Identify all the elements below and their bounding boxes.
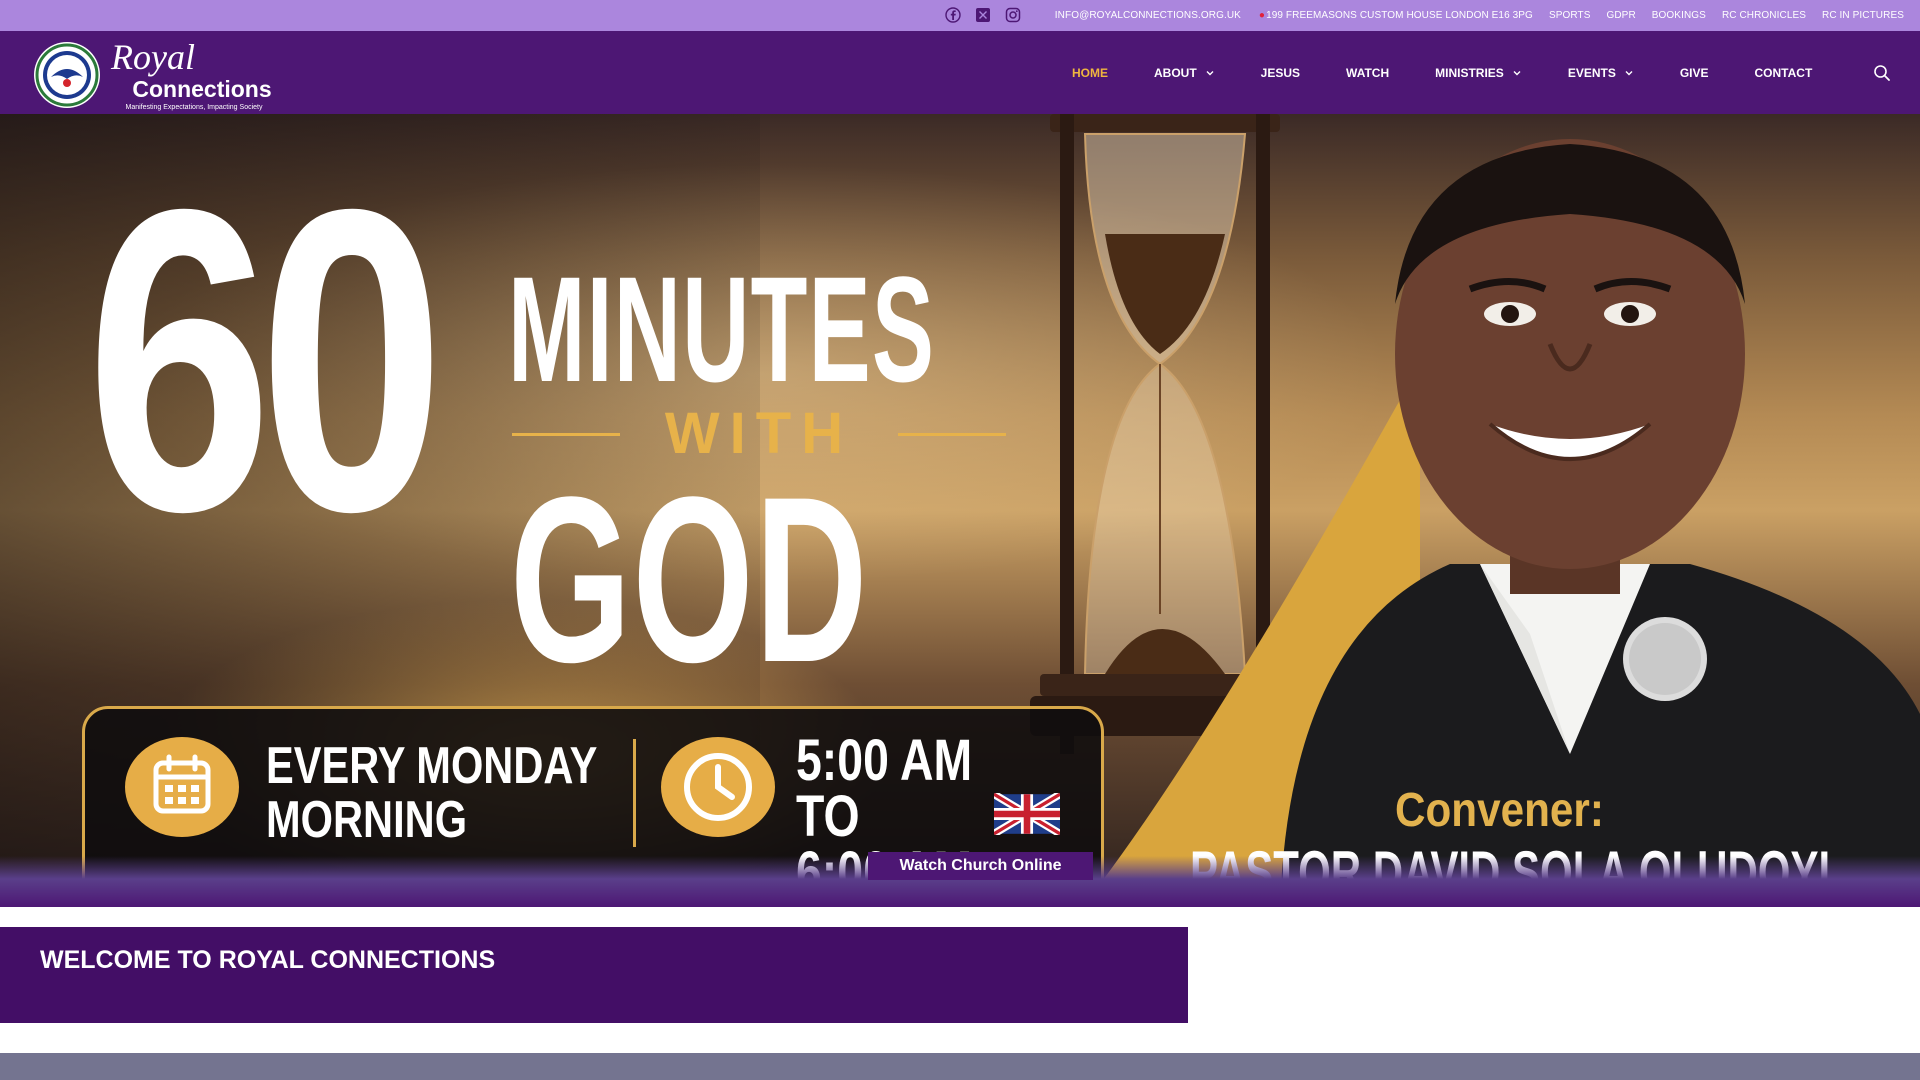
- top-link-bookings[interactable]: BOOKINGS: [1652, 10, 1706, 21]
- top-link-rc-chronicles[interactable]: RC CHRONICLES: [1722, 10, 1806, 21]
- main-nav: HOME ABOUT JESUS WATCH MINISTRIES EVENTS…: [1072, 31, 1812, 114]
- calendar-icon: [125, 737, 239, 837]
- hero-banner: 60 MINUTES WITH GOD EVERY MONDAY MORNING: [0, 114, 1920, 907]
- royal-connections-logo[interactable]: Royal Connections Manifesting Expectatio…: [33, 33, 293, 113]
- search-icon[interactable]: [1873, 64, 1891, 82]
- address-text: 199 FREEMASONS CUSTOM HOUSE LONDON E16 3…: [1266, 10, 1533, 21]
- nav-give-label: GIVE: [1679, 65, 1709, 80]
- nav-events[interactable]: EVENTS: [1568, 66, 1634, 80]
- top-bar: INFO@ROYALCONNECTIONS.ORG.UK ●199 FREEMA…: [0, 0, 1920, 31]
- nav-give[interactable]: GIVE: [1680, 66, 1709, 80]
- top-link-sports[interactable]: SPORTS: [1549, 10, 1591, 21]
- instagram-icon[interactable]: [1005, 7, 1021, 23]
- top-link-gdpr[interactable]: GDPR: [1606, 10, 1635, 21]
- nav-home[interactable]: HOME: [1072, 66, 1108, 80]
- logo-tagline: Manifesting Expectations, Impacting Soci…: [126, 104, 263, 111]
- welcome-section: WELCOME TO ROYAL CONNECTIONS: [0, 927, 1188, 1023]
- welcome-title: WELCOME TO ROYAL CONNECTIONS: [40, 946, 496, 974]
- facebook-icon[interactable]: [945, 7, 961, 23]
- map-pin-icon: ●: [1258, 10, 1266, 21]
- nav-ministries[interactable]: MINISTRIES: [1435, 66, 1522, 80]
- nav-jesus-label: JESUS: [1260, 65, 1301, 80]
- with-left-line: [512, 433, 620, 436]
- nav-home-label: HOME: [1072, 65, 1108, 80]
- x-twitter-icon[interactable]: [975, 7, 991, 23]
- convener-label: Convener:: [1395, 784, 1604, 837]
- top-link-rc-in-pictures[interactable]: RC IN PICTURES: [1822, 10, 1904, 21]
- watch-church-online-button[interactable]: Watch Church Online: [868, 852, 1093, 880]
- nav-about[interactable]: ABOUT: [1154, 66, 1215, 80]
- nav-about-label: ABOUT: [1154, 65, 1197, 80]
- nav-contact[interactable]: CONTACT: [1755, 66, 1813, 80]
- chevron-down-icon: [1206, 70, 1214, 75]
- schedule-day-line1: EVERY MONDAY: [266, 737, 598, 795]
- main-header: Royal Connections Manifesting Expectatio…: [0, 31, 1920, 114]
- clock-icon: [661, 737, 775, 837]
- chevron-down-icon: [1513, 70, 1521, 75]
- nav-watch-label: WATCH: [1346, 65, 1390, 80]
- bottom-band: [0, 1053, 1920, 1080]
- schedule-day-line2: MORNING: [266, 791, 468, 849]
- chevron-down-icon: [1625, 70, 1633, 75]
- nav-contact-label: CONTACT: [1754, 65, 1813, 80]
- schedule-day-text: EVERY MONDAY MORNING: [266, 739, 597, 847]
- hero-minutes-text: MINUTES: [508, 245, 936, 413]
- with-right-line: [898, 433, 1006, 436]
- nav-jesus[interactable]: JESUS: [1261, 66, 1300, 80]
- uk-flag-icon: [994, 793, 1060, 835]
- top-links: INFO@ROYALCONNECTIONS.ORG.UK ●199 FREEMA…: [1055, 0, 1920, 31]
- logo-royal-text: Royal: [110, 37, 195, 77]
- hero-god-text: GOD: [510, 448, 869, 712]
- nav-ministries-label: MINISTRIES: [1435, 65, 1504, 80]
- nav-events-label: EVENTS: [1567, 65, 1616, 80]
- hero-big-number: 60: [86, 121, 445, 601]
- nav-watch[interactable]: WATCH: [1346, 66, 1389, 80]
- address-link[interactable]: ●199 FREEMASONS CUSTOM HOUSE LONDON E16 …: [1259, 10, 1533, 21]
- schedule-divider: [633, 739, 636, 847]
- logo-connections-text: Connections: [132, 76, 271, 102]
- email-link[interactable]: INFO@ROYALCONNECTIONS.ORG.UK: [1055, 10, 1241, 21]
